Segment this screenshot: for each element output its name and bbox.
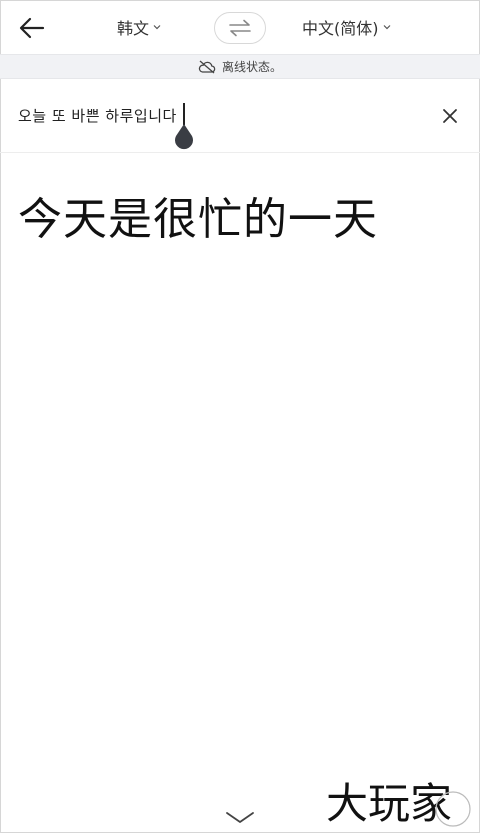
swap-icon: [229, 19, 251, 37]
source-language-selector[interactable]: 韩文: [117, 0, 161, 54]
watermark-text: 大玩家: [326, 779, 452, 828]
target-language-label: 中文(简体): [302, 19, 379, 38]
chevron-down-icon: [383, 25, 390, 30]
collapse-button[interactable]: [224, 808, 256, 828]
offline-status-text: 离线状态。: [221, 60, 282, 74]
translation-result: 今天是很忙的一天: [18, 194, 378, 245]
clear-input-button[interactable]: [439, 105, 461, 127]
top-bar: 韩文 中文(简体): [0, 0, 480, 54]
back-arrow-icon: [19, 17, 45, 39]
swap-languages-button[interactable]: [214, 12, 266, 44]
chevron-down-icon: [226, 812, 254, 823]
close-icon: [443, 109, 457, 123]
chevron-down-icon: [153, 25, 161, 30]
text-cursor: [183, 103, 185, 125]
cursor-handle-icon: [175, 124, 193, 150]
back-button[interactable]: [17, 14, 47, 42]
cloud-off-icon: [198, 60, 216, 73]
target-language-selector[interactable]: 中文(简体): [302, 0, 391, 54]
cursor-handle[interactable]: [174, 124, 194, 150]
source-language-label: 韩文: [117, 19, 150, 38]
source-text[interactable]: 오늘 또 바쁜 하루입니다: [18, 105, 177, 126]
watermark-logo: 大玩家: [326, 774, 476, 830]
offline-banner: 离线状态。: [0, 54, 480, 79]
source-input-area[interactable]: 오늘 또 바쁜 하루입니다: [0, 79, 480, 153]
